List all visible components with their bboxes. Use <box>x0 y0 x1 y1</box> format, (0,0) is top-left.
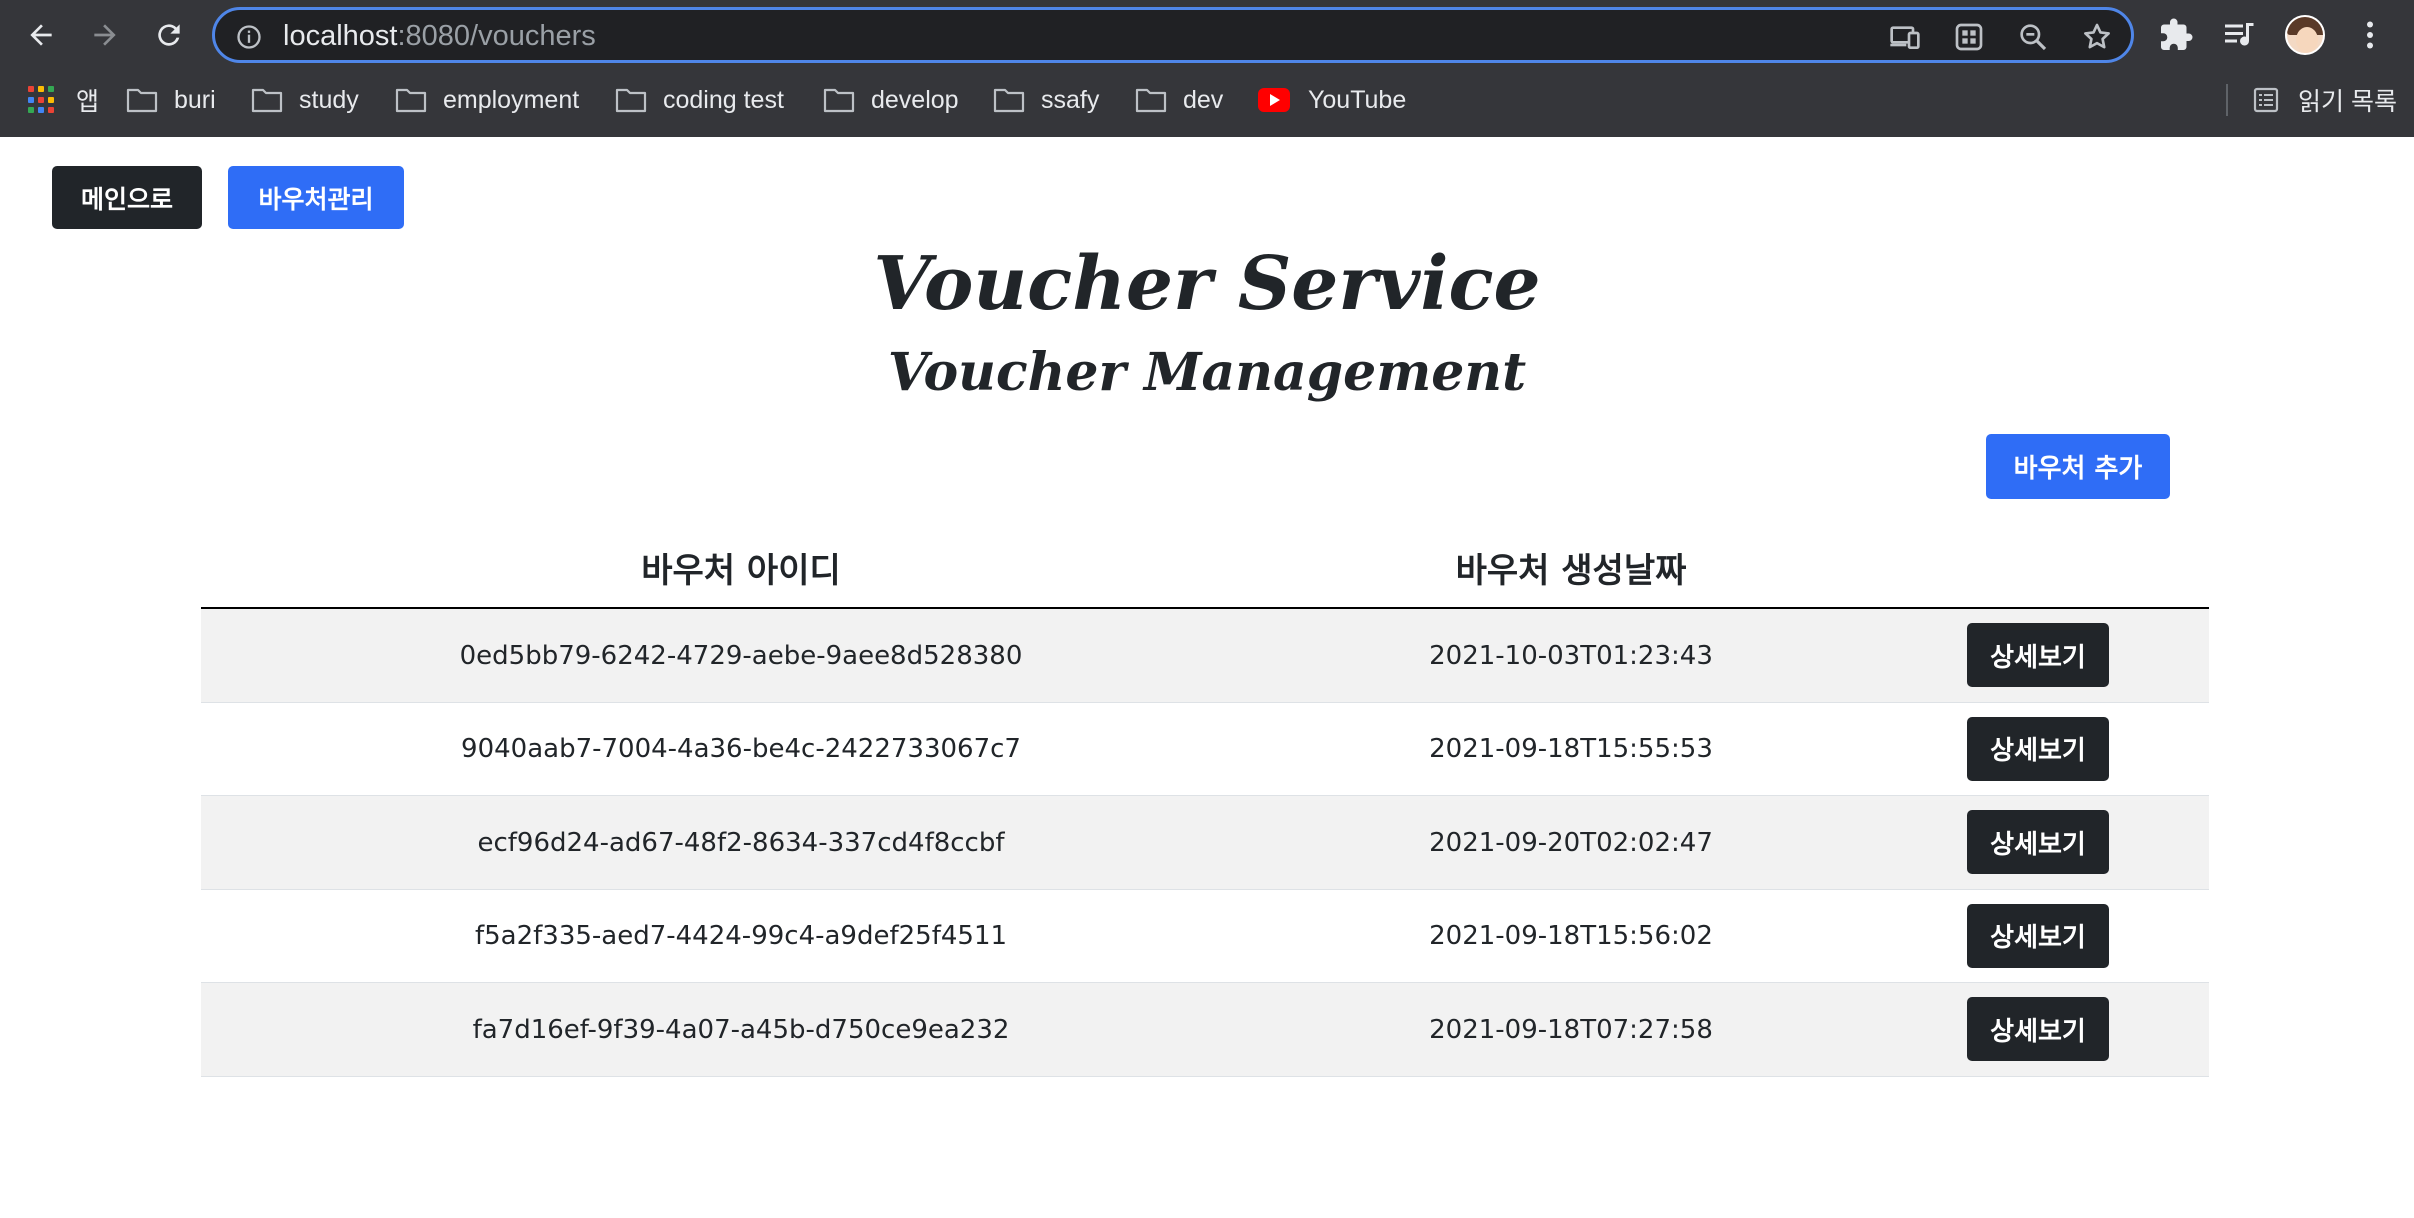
folder-icon <box>1135 88 1167 113</box>
created-date-cell: 2021-09-18T15:56:02 <box>1429 921 1713 951</box>
page-title: Voucher Service <box>873 241 1541 327</box>
reading-list-button[interactable]: 읽기 목록 <box>2250 78 2397 122</box>
bookmark-label: employment <box>443 85 580 114</box>
reading-list-label: 읽기 목록 <box>2298 88 2397 116</box>
voucher-id-cell: f5a2f335-aed7-4424-99c4-a9def25f4511 <box>474 921 1008 951</box>
table-row: ecf96d24-ad67-48f2-8634-337cd4f8ccbf 202… <box>201 796 2209 890</box>
arrow-left-icon <box>30 24 52 46</box>
created-date-cell: 2021-09-18T15:55:53 <box>1429 734 1713 764</box>
table-row: 9040aab7-7004-4a36-be4c-2422733067c7 202… <box>201 703 2209 796</box>
bookmark-label: 앱 <box>76 88 100 116</box>
back-button[interactable] <box>18 12 64 58</box>
table-row: 0ed5bb79-6242-4729-aebe-9aee8d528380 202… <box>201 609 2209 703</box>
url-path: :8080/vouchers <box>397 20 596 52</box>
apps-grid-icon <box>28 86 56 114</box>
voucher-id-cell: fa7d16ef-9f39-4a07-a45b-d750ce9ea232 <box>472 1014 1010 1045</box>
bookmark-youtube[interactable]: YouTube <box>1258 78 1406 122</box>
forward-button[interactable] <box>82 12 128 58</box>
folder-icon <box>126 88 158 113</box>
address-bar[interactable]: localhost:8080/vouchers <box>212 7 2134 63</box>
detail-view-button[interactable]: 상세보기 <box>1967 623 2109 687</box>
detail-view-button[interactable]: 상세보기 <box>1967 903 2109 968</box>
extensions-icon[interactable] <box>2158 17 2194 53</box>
profile-avatar[interactable] <box>2285 15 2325 55</box>
bookmark-folder-employment[interactable]: employment <box>395 78 579 122</box>
bookmarks-bar: 앱 buri study employment coding test deve… <box>0 78 2414 122</box>
created-date-cell: 2021-09-20T02:02:47 <box>1429 827 1713 858</box>
bookmark-folder-coding-test[interactable]: coding test <box>615 78 784 122</box>
voucher-id-cell: 0ed5bb79-6242-4729-aebe-9aee8d528380 <box>459 640 1023 671</box>
folder-icon <box>823 88 855 113</box>
url-host: localhost <box>283 20 398 52</box>
page-subtitle: Voucher Management <box>887 342 1527 403</box>
media-queue-icon[interactable] <box>2222 17 2258 53</box>
more-menu-icon[interactable] <box>2352 17 2388 53</box>
table-row: f5a2f335-aed7-4424-99c4-a9def25f4511 202… <box>201 890 2209 983</box>
info-icon[interactable] <box>235 23 263 51</box>
bookmark-label: dev <box>1183 85 1224 114</box>
folder-icon <box>993 88 1025 113</box>
bookmark-label: ssafy <box>1041 85 1100 114</box>
page-content: 메인으로 바우처관리 Voucher Service Voucher Manag… <box>0 137 2414 1218</box>
bookmarks-divider <box>2226 84 2228 116</box>
column-header-voucher-id: 바우처 아이디 <box>641 551 841 591</box>
arrow-right-icon <box>94 24 116 46</box>
detail-view-button[interactable]: 상세보기 <box>1967 810 2109 874</box>
browser-toolbar: localhost:8080/vouchers <box>0 0 2414 70</box>
detail-view-button[interactable]: 상세보기 <box>1967 716 2109 781</box>
qr-code-icon[interactable] <box>1953 21 1985 53</box>
table-row: fa7d16ef-9f39-4a07-a45b-d750ce9ea232 202… <box>201 983 2209 1077</box>
cast-devices-icon[interactable] <box>1889 21 1921 53</box>
detail-view-button[interactable]: 상세보기 <box>1967 997 2109 1061</box>
table-header: 바우처 아이디 바우처 생성날짜 <box>201 519 2209 609</box>
add-voucher-button[interactable]: 바우처 추가 <box>1986 434 2170 499</box>
bookmark-label: YouTube <box>1308 85 1407 114</box>
column-header-created-date: 바우처 생성날짜 <box>1455 551 1687 591</box>
folder-icon <box>615 88 647 113</box>
reload-button[interactable] <box>146 12 192 58</box>
bookmark-label: develop <box>871 85 959 114</box>
folder-icon <box>395 88 427 113</box>
folder-icon <box>251 88 283 113</box>
reload-icon <box>158 24 180 46</box>
youtube-icon <box>1258 88 1290 112</box>
browser-chrome: localhost:8080/vouchers 앱 buri study emp… <box>0 0 2414 137</box>
voucher-id-cell: ecf96d24-ad67-48f2-8634-337cd4f8ccbf <box>477 827 1005 858</box>
bookmark-label: study <box>299 85 359 114</box>
main-page-button[interactable]: 메인으로 <box>52 166 202 229</box>
voucher-management-button[interactable]: 바우처관리 <box>228 166 404 229</box>
zoom-out-icon[interactable] <box>2017 21 2049 53</box>
reading-list-icon <box>2253 87 2279 113</box>
bookmark-folder-study[interactable]: study <box>251 78 359 122</box>
bookmark-apps[interactable]: 앱 <box>28 78 99 122</box>
voucher-table: 바우처 아이디 바우처 생성날짜 0ed5bb79-6242-4729-aebe… <box>201 519 2209 1077</box>
created-date-cell: 2021-09-18T07:27:58 <box>1429 1014 1713 1045</box>
bookmark-folder-dev[interactable]: dev <box>1135 78 1223 122</box>
url-text[interactable]: localhost:8080/vouchers <box>283 20 596 53</box>
star-icon[interactable] <box>2081 21 2113 53</box>
bookmark-folder-develop[interactable]: develop <box>823 78 959 122</box>
bookmark-label: coding test <box>663 85 784 114</box>
created-date-cell: 2021-10-03T01:23:43 <box>1429 640 1713 671</box>
bookmark-label: buri <box>174 85 216 114</box>
avatar-face <box>2296 27 2318 53</box>
voucher-id-cell: 9040aab7-7004-4a36-be4c-2422733067c7 <box>461 734 1021 764</box>
bookmark-folder-buri[interactable]: buri <box>126 78 216 122</box>
bookmark-folder-ssafy[interactable]: ssafy <box>993 78 1099 122</box>
